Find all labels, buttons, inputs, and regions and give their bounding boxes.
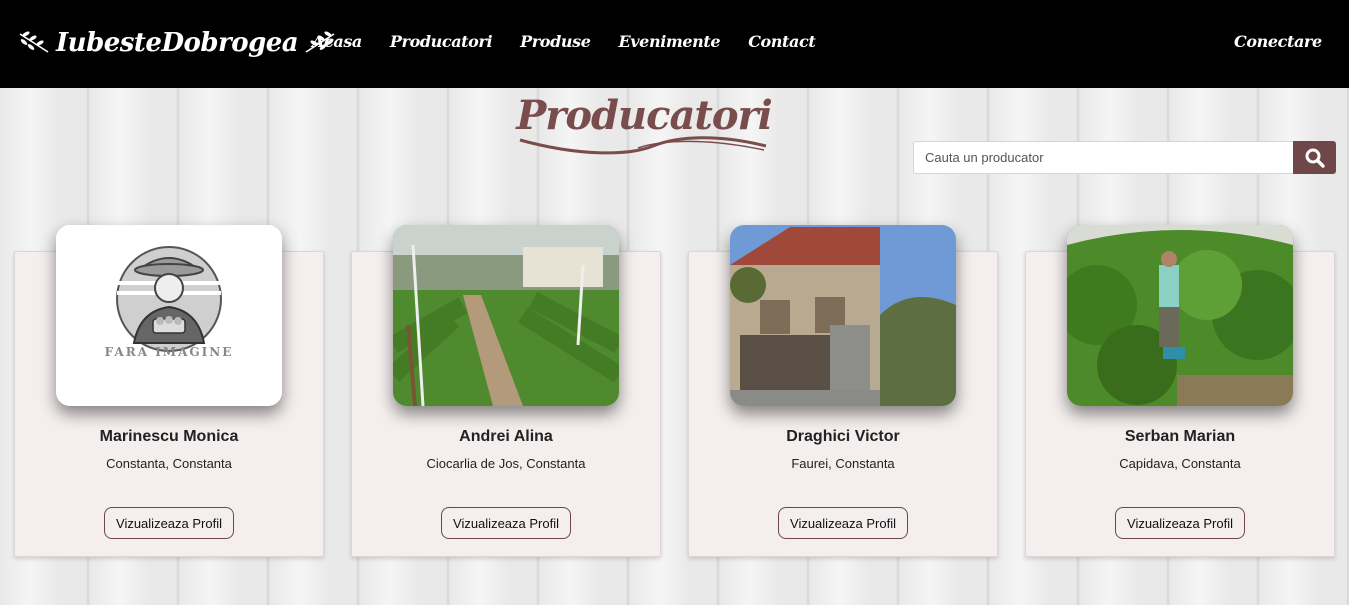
producer-location: Faurei, Constanta bbox=[791, 456, 895, 471]
house-photo bbox=[730, 225, 956, 406]
view-profile-button[interactable]: Vizualizeaza Profil bbox=[778, 507, 908, 539]
nav-link-acasa[interactable]: Acasa bbox=[312, 32, 362, 51]
nav-link-producatori[interactable]: Producatori bbox=[390, 32, 493, 51]
title-swash-ornament bbox=[519, 136, 767, 155]
greenhouse-plants-photo bbox=[1067, 225, 1293, 406]
producer-card: Draghici Victor Faurei, Constanta Vizual… bbox=[688, 225, 998, 557]
farmer-placeholder-icon bbox=[56, 225, 282, 406]
producer-card: FARA IMAGINE Marinescu Monica Constanta,… bbox=[14, 225, 324, 557]
producer-name: Serban Marian bbox=[1124, 428, 1236, 445]
view-profile-button[interactable]: Vizualizeaza Profil bbox=[441, 507, 571, 539]
producer-photo-greenhouse[interactable] bbox=[393, 225, 619, 406]
login-link[interactable]: Conectare bbox=[1234, 32, 1322, 51]
view-profile-button[interactable]: Vizualizeaza Profil bbox=[104, 507, 234, 539]
nav-link-contact[interactable]: Contact bbox=[748, 32, 816, 51]
leaf-branch-icon bbox=[19, 31, 49, 53]
search-input[interactable] bbox=[913, 141, 1293, 174]
producer-card: Serban Marian Capidava, Constanta Vizual… bbox=[1025, 225, 1335, 557]
producer-location: Constanta, Constanta bbox=[106, 456, 232, 471]
producer-name: Draghici Victor bbox=[786, 428, 900, 445]
producer-location: Ciocarlia de Jos, Constanta bbox=[426, 456, 586, 471]
producer-search bbox=[913, 141, 1336, 174]
producer-photo-greenhouse-plants[interactable] bbox=[1067, 225, 1293, 406]
search-icon bbox=[1305, 148, 1325, 168]
nav-link-evenimente[interactable]: Evenimente bbox=[618, 32, 720, 51]
search-button[interactable] bbox=[1293, 141, 1336, 174]
producer-location: Capidava, Constanta bbox=[1119, 456, 1241, 471]
logo-text: IubesteDobrogea bbox=[56, 28, 299, 58]
producer-name: Andrei Alina bbox=[459, 428, 553, 445]
no-image-label: FARA IMAGINE bbox=[104, 345, 234, 359]
main-nav: Acasa Producatori Produse Evenimente Con… bbox=[312, 32, 843, 51]
view-profile-button[interactable]: Vizualizeaza Profil bbox=[1115, 507, 1245, 539]
producer-card: Andrei Alina Ciocarlia de Jos, Constanta… bbox=[351, 225, 661, 557]
producer-image-placeholder[interactable]: FARA IMAGINE bbox=[56, 225, 282, 406]
producer-photo-house[interactable] bbox=[730, 225, 956, 406]
nav-link-produse[interactable]: Produse bbox=[520, 32, 591, 51]
top-navbar: IubesteDobrogea Acasa Producatori Produs… bbox=[0, 0, 1349, 88]
page-title-block: Producatori bbox=[514, 92, 774, 162]
site-logo[interactable]: IubesteDobrogea bbox=[18, 22, 336, 64]
greenhouse-photo bbox=[393, 225, 619, 406]
producer-name: Marinescu Monica bbox=[99, 428, 239, 445]
